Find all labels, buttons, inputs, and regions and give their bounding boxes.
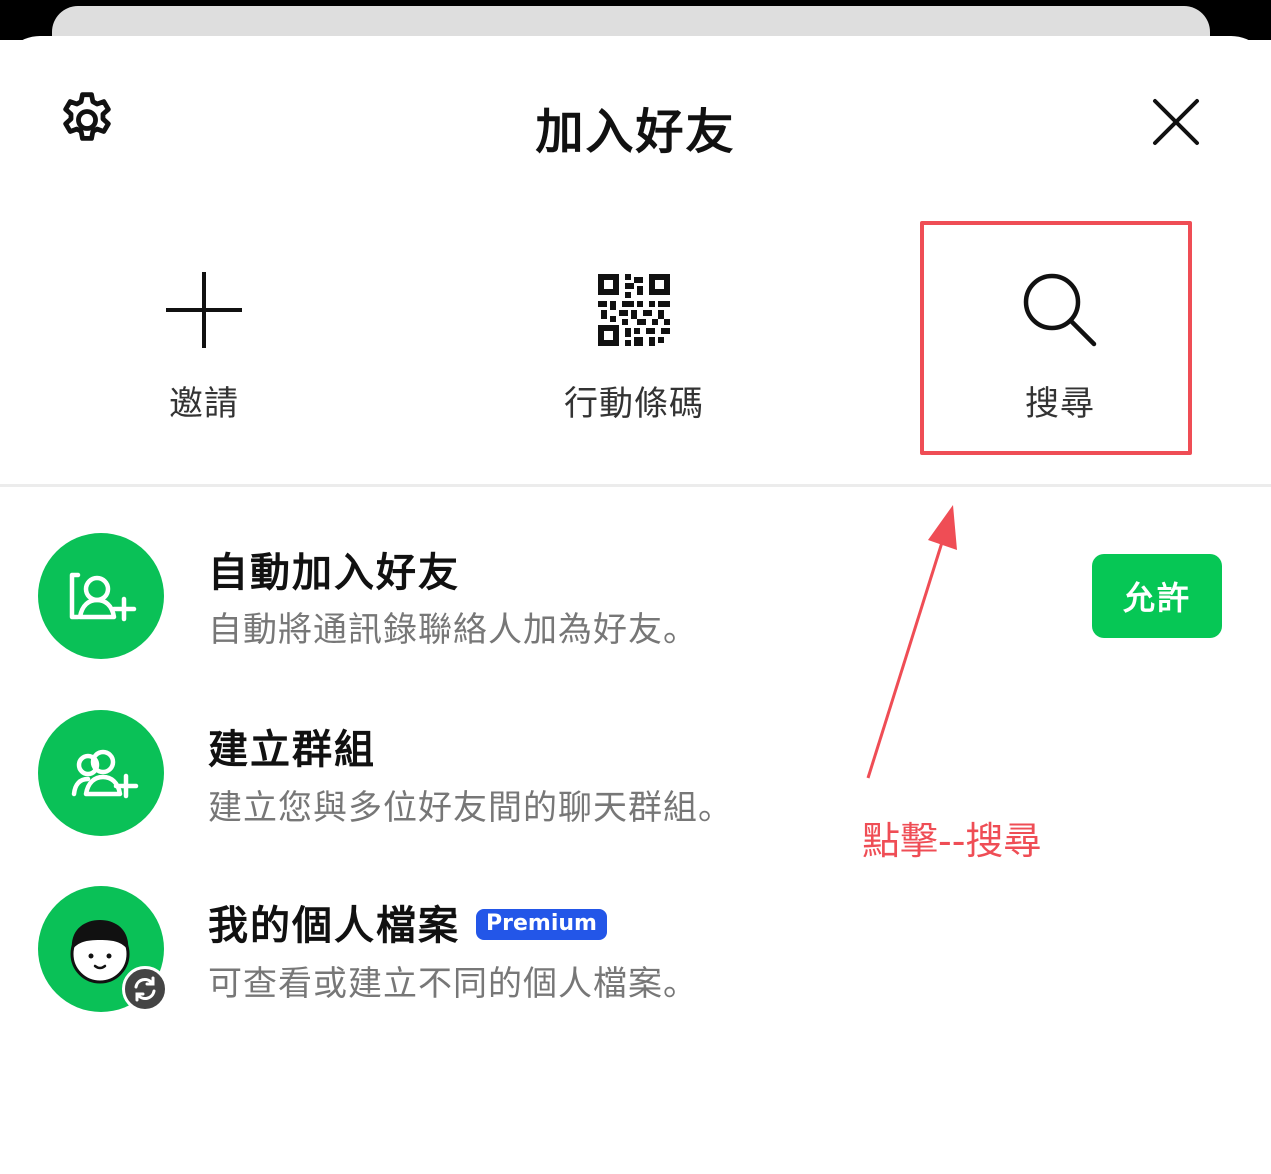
annotation-label: 點擊--搜尋 [862, 819, 1042, 863]
annotation-arrow [866, 505, 957, 779]
